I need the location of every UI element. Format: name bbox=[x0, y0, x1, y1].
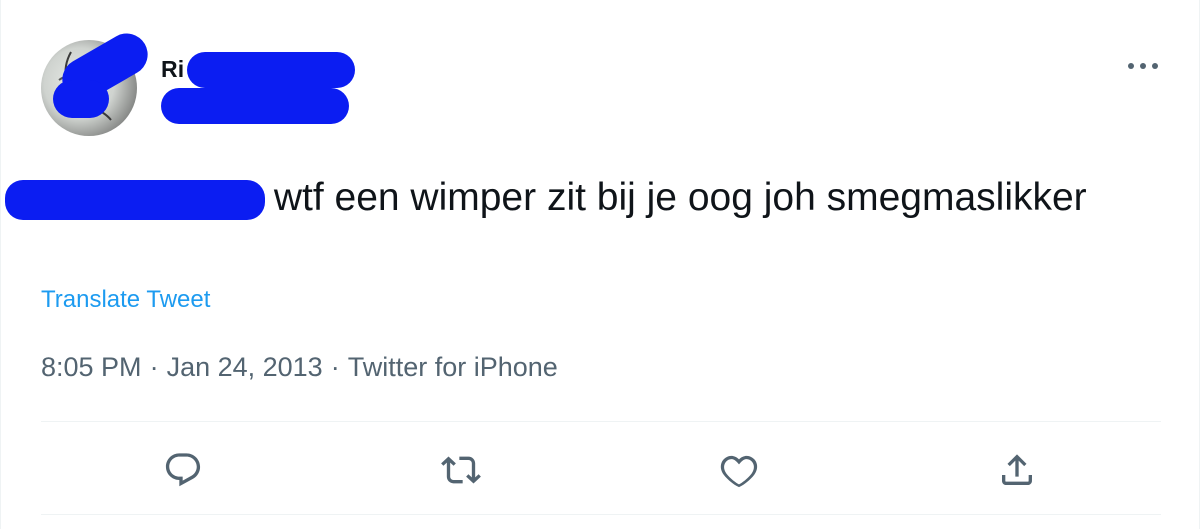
author-name[interactable]: Ri bbox=[161, 56, 184, 83]
action-bar bbox=[41, 424, 1161, 514]
tweet-metadata: 8:05 PM · Jan 24, 2013 · Twitter for iPh… bbox=[41, 352, 558, 383]
redaction-mark bbox=[161, 88, 349, 124]
tweet-detail: Ri @kimmy_46 wtf een wimper zit bij je o… bbox=[0, 0, 1200, 529]
tweet-date[interactable]: Jan 24, 2013 bbox=[167, 352, 323, 383]
retweet-button[interactable] bbox=[439, 448, 483, 492]
divider bbox=[41, 514, 1161, 515]
share-button[interactable] bbox=[995, 448, 1039, 492]
like-icon bbox=[720, 455, 758, 488]
retweet-icon bbox=[441, 456, 481, 484]
tweet-time[interactable]: 8:05 PM bbox=[41, 352, 142, 383]
more-options-button[interactable] bbox=[1123, 52, 1163, 80]
redaction-mark bbox=[53, 80, 109, 118]
tweet-source[interactable]: Twitter for iPhone bbox=[348, 352, 558, 383]
more-icon bbox=[1128, 63, 1158, 69]
reply-button[interactable] bbox=[161, 448, 205, 492]
redaction-mark bbox=[5, 180, 265, 220]
author-name-row[interactable]: Ri bbox=[161, 52, 184, 86]
like-button[interactable] bbox=[717, 448, 761, 492]
redaction-mark bbox=[187, 52, 355, 88]
tweet-body: wtf een wimper zit bij je oog joh smegma… bbox=[273, 176, 1087, 219]
translate-tweet-link[interactable]: Translate Tweet bbox=[41, 286, 210, 314]
share-icon bbox=[1002, 454, 1032, 485]
meta-separator: · bbox=[149, 352, 159, 382]
meta-separator: · bbox=[330, 352, 340, 382]
reply-icon bbox=[165, 453, 201, 487]
divider bbox=[41, 421, 1161, 422]
